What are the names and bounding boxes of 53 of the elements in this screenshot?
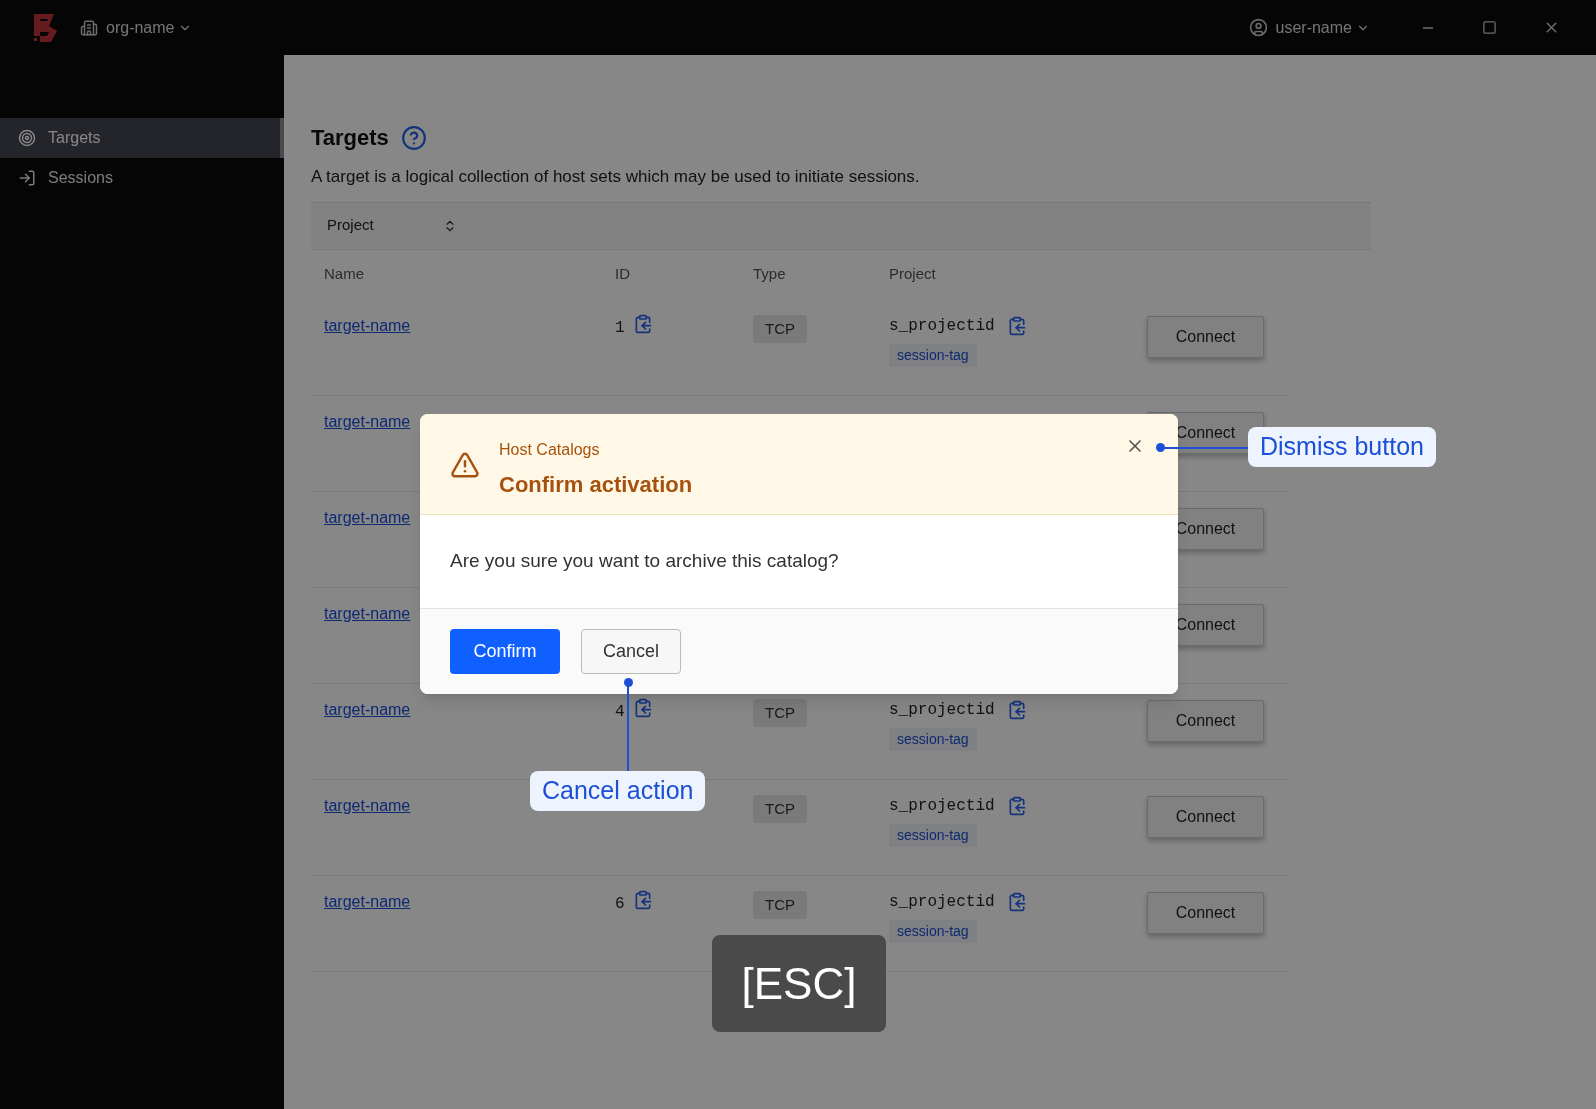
building-icon bbox=[80, 18, 98, 37]
user-icon bbox=[1248, 18, 1268, 37]
sign-in-icon bbox=[18, 169, 36, 187]
maximize-icon[interactable] bbox=[1482, 20, 1497, 35]
id-text: 1 bbox=[615, 317, 625, 339]
target-link[interactable]: target-name bbox=[324, 316, 411, 334]
annotation-callout: Dismiss button bbox=[1248, 427, 1436, 467]
project-id-text: s_projectid bbox=[889, 795, 995, 817]
type-badge: TCP bbox=[753, 890, 807, 919]
id-text: 4 bbox=[615, 701, 625, 723]
column-header: ID bbox=[615, 265, 630, 283]
target-link[interactable]: target-name bbox=[324, 412, 411, 430]
key-hint: [ESC] bbox=[712, 935, 886, 1032]
page-description: A target is a logical collection of host sets which may be used to initiate sessions. bbox=[311, 166, 921, 188]
page-title: Targets bbox=[311, 124, 389, 152]
annotation-callout: Cancel action bbox=[530, 771, 706, 811]
session-tag: session-tag bbox=[889, 919, 977, 943]
target-link[interactable]: target-name bbox=[324, 700, 411, 718]
confirm-button[interactable]: Confirm bbox=[450, 629, 560, 674]
target-link[interactable]: target-name bbox=[324, 796, 411, 814]
connect-button[interactable]: Connect bbox=[1147, 315, 1264, 358]
connect-button[interactable]: Connect bbox=[1147, 795, 1264, 838]
column-header: Type bbox=[753, 265, 786, 283]
type-badge: TCP bbox=[753, 314, 807, 343]
warning-icon bbox=[450, 450, 480, 480]
target-link[interactable]: target-name bbox=[324, 892, 411, 910]
column-header: Name bbox=[324, 265, 364, 283]
help-icon[interactable] bbox=[400, 124, 427, 151]
type-badge: TCP bbox=[753, 794, 807, 823]
target-link[interactable]: target-name bbox=[324, 508, 411, 526]
session-tag: session-tag bbox=[889, 823, 977, 847]
id-text: 6 bbox=[615, 893, 625, 915]
sidebar-item[interactable]: Targets bbox=[0, 118, 284, 158]
session-tag: session-tag bbox=[889, 343, 977, 367]
sidebar-item[interactable]: Sessions bbox=[0, 158, 284, 198]
user-menu[interactable]: user-name bbox=[1275, 15, 1370, 40]
type-badge: TCP bbox=[753, 698, 807, 727]
dialog-message: Are you sure you want to archive this catalog? bbox=[450, 549, 839, 574]
session-tag: session-tag bbox=[889, 727, 977, 751]
project-id-text: s_projectid bbox=[889, 699, 995, 721]
cancel-button[interactable]: Cancel bbox=[581, 629, 681, 674]
dialog-title: Confirm activation bbox=[499, 471, 693, 499]
project-id-text: s_projectid bbox=[889, 315, 995, 337]
column-header: Project bbox=[889, 265, 936, 283]
project-id-text: s_projectid bbox=[889, 891, 995, 913]
connect-button[interactable]: Connect bbox=[1147, 891, 1264, 934]
dialog-eyebrow: Host Catalogs bbox=[499, 440, 601, 460]
logo-icon bbox=[32, 12, 58, 43]
target-icon bbox=[18, 129, 36, 147]
target-link[interactable]: target-name bbox=[324, 604, 411, 622]
org-menu[interactable]: org-name bbox=[106, 15, 193, 40]
connect-button[interactable]: Connect bbox=[1147, 699, 1264, 742]
project-filter[interactable]: Project bbox=[327, 214, 457, 237]
